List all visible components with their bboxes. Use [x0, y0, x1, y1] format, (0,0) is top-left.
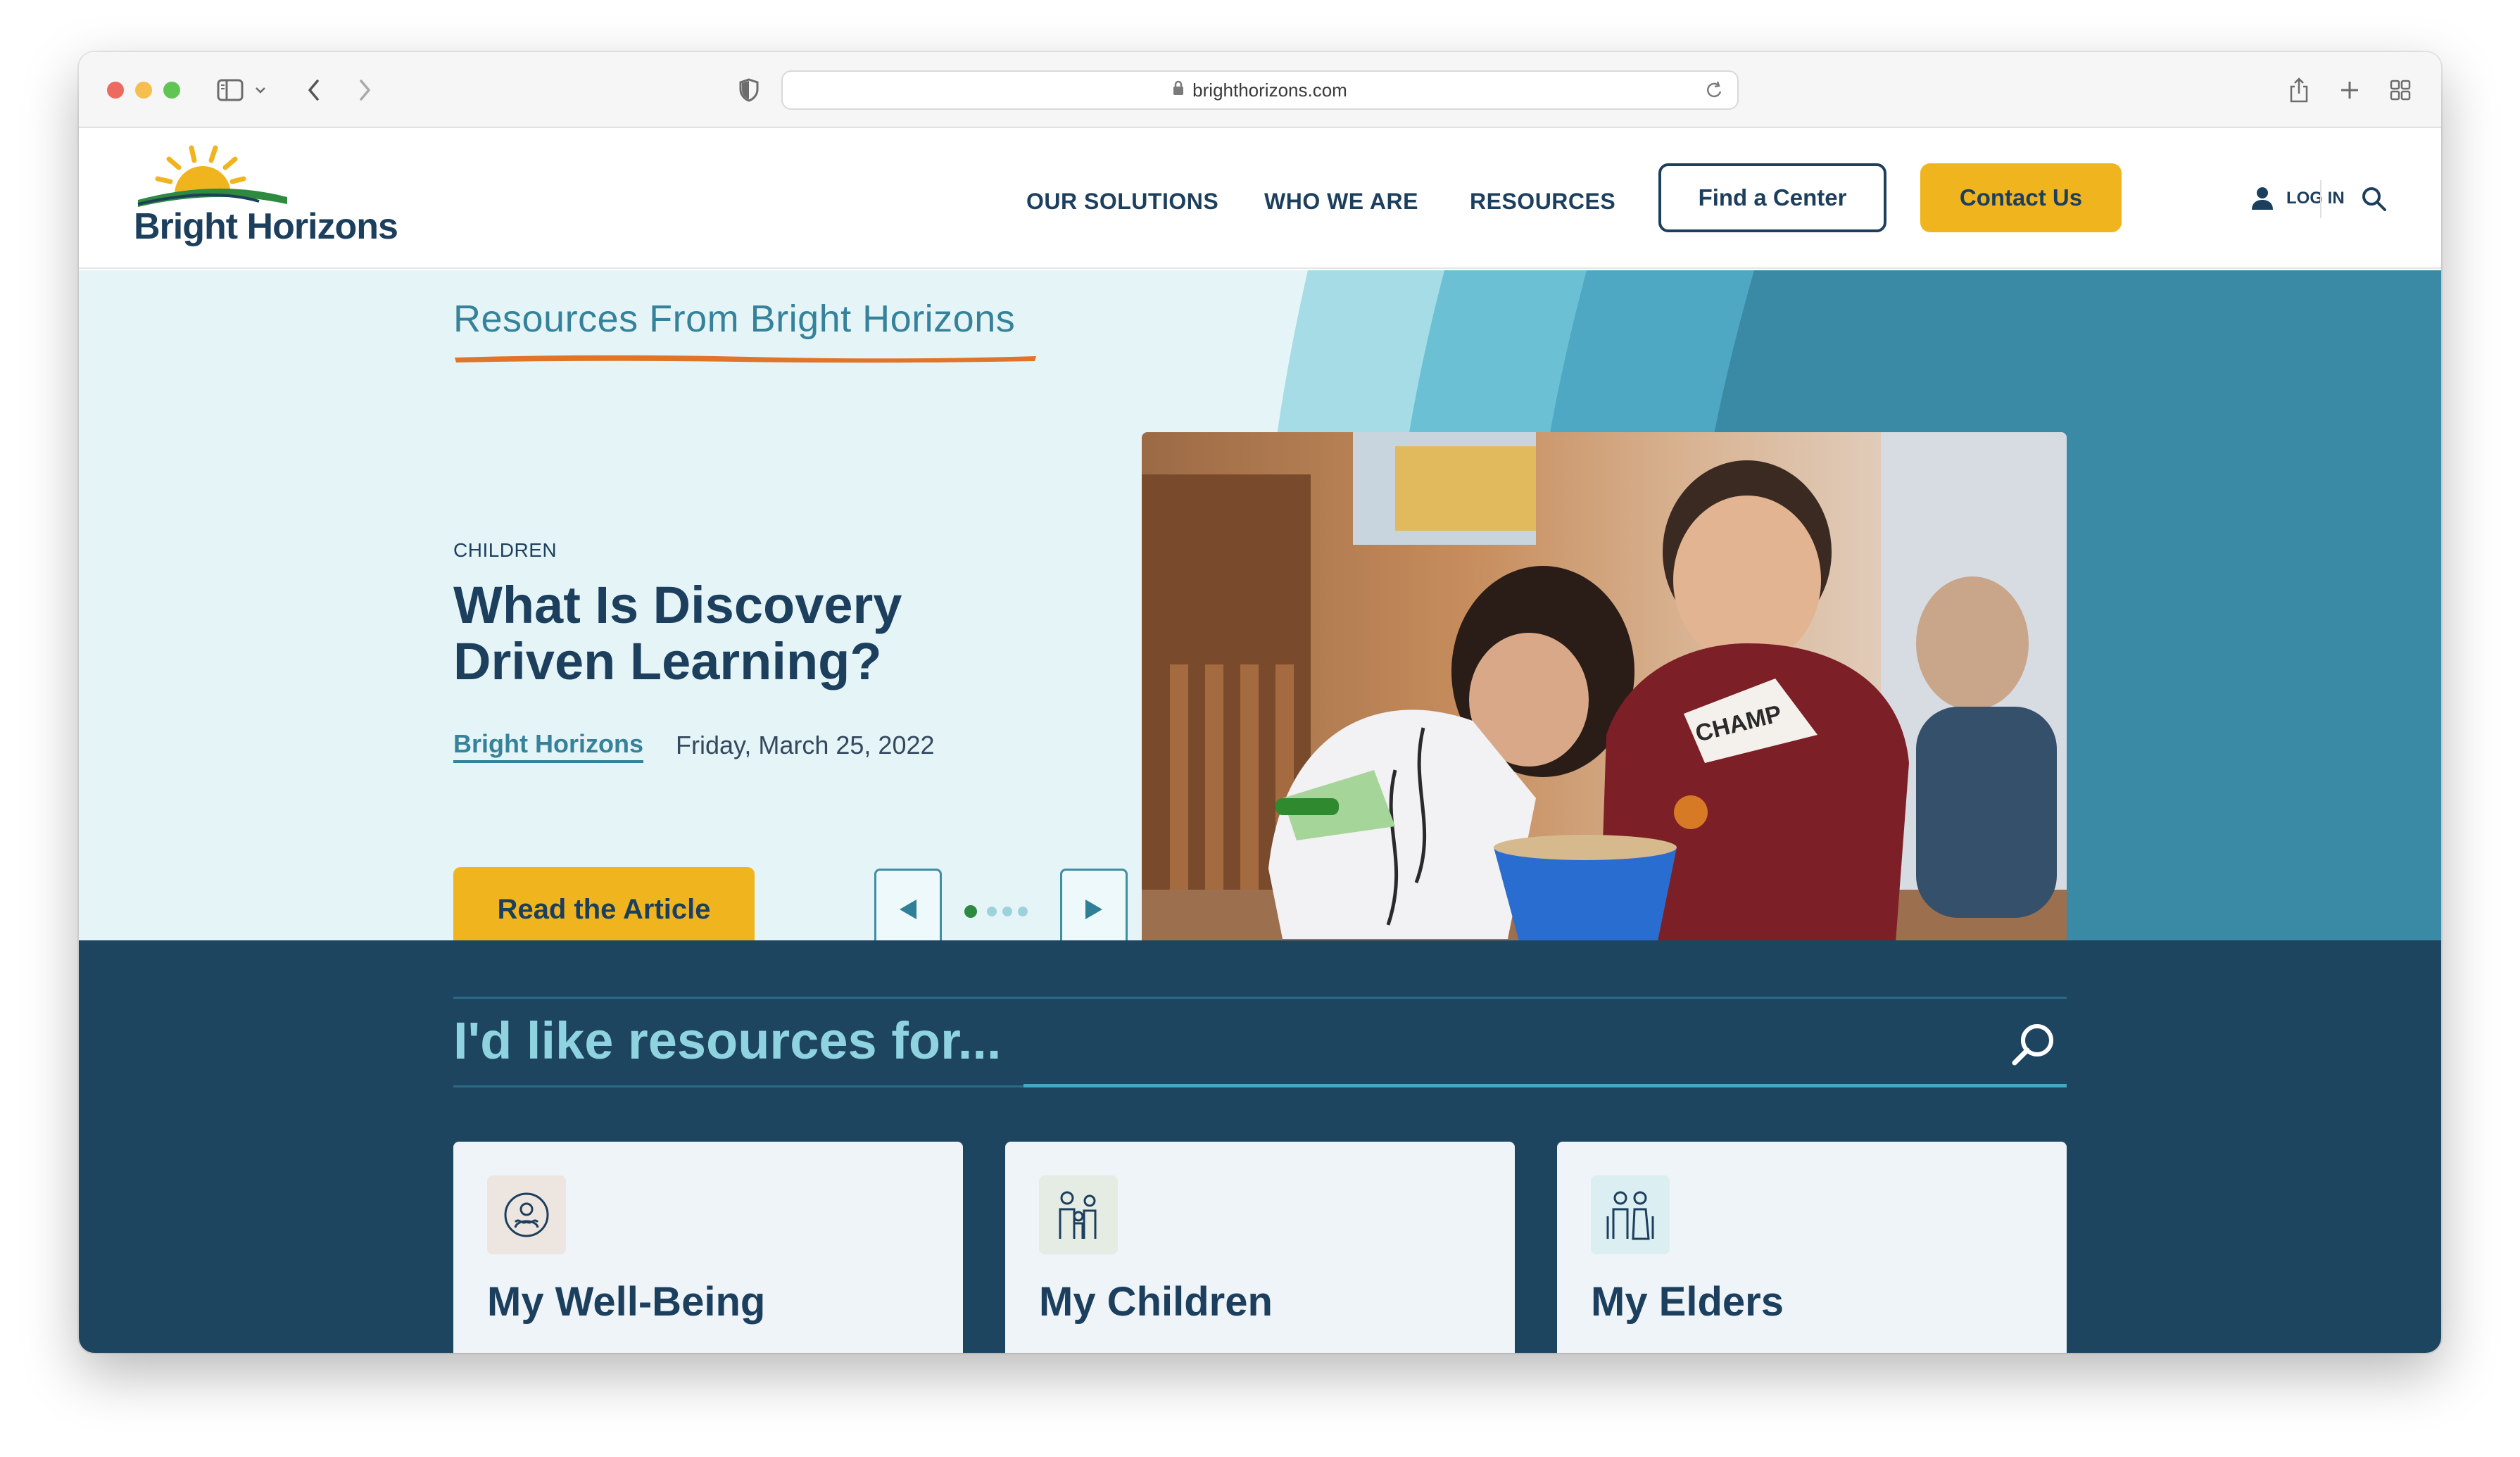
minimize-window-button[interactable] [135, 82, 152, 99]
close-window-button[interactable] [107, 82, 124, 99]
nav-who-we-are[interactable]: WHO WE ARE [1264, 189, 1418, 215]
login-link[interactable]: LOG IN [2248, 184, 2345, 213]
children-icon [1039, 1175, 1118, 1254]
wellbeing-icon [487, 1175, 566, 1254]
resource-card-elders[interactable]: My Elders [1557, 1142, 2067, 1353]
share-icon[interactable] [2285, 76, 2313, 104]
carousel-dot-active[interactable] [964, 905, 977, 918]
search-icon[interactable] [2360, 184, 2388, 213]
nav-resources[interactable]: RESOURCES [1470, 189, 1615, 215]
card-title: My Well-Being [487, 1279, 766, 1325]
carousel-next-button[interactable] [1060, 869, 1128, 940]
card-title: My Children [1039, 1279, 1273, 1325]
carousel-dot[interactable] [1018, 907, 1028, 916]
browser-window: brighthorizons.com Bright Horizons OUR S… [79, 52, 2441, 1353]
chevron-down-icon[interactable] [252, 76, 269, 104]
nav-our-solutions[interactable]: OUR SOLUTIONS [1026, 189, 1218, 215]
hero-section: Resources From Bright Horizons CHILDREN … [79, 270, 2441, 940]
resources-section: I'd like resources for... My Well-Being [79, 940, 2441, 1353]
resources-search-underline[interactable] [1023, 1084, 2067, 1087]
privacy-shield-icon[interactable] [735, 76, 763, 104]
carousel-dot[interactable] [987, 907, 997, 916]
back-arrow-icon[interactable] [300, 76, 328, 104]
orange-brush-underline [455, 355, 1036, 363]
carousel-dot[interactable] [1002, 907, 1012, 916]
article-photo-children-playing: CHAMP [1142, 432, 2067, 940]
resource-card-children[interactable]: My Children [1005, 1142, 1515, 1353]
reload-icon[interactable] [1703, 79, 1725, 106]
tab-overview-icon[interactable] [2386, 76, 2414, 104]
url-text: brighthorizons.com [1192, 79, 1347, 101]
header-divider [2320, 180, 2321, 218]
article-title[interactable]: What Is Discovery Driven Learning? [453, 577, 1016, 690]
contact-us-button[interactable]: Contact Us [1920, 163, 2122, 232]
site-header: Bright Horizons OUR SOLUTIONS WHO WE ARE… [79, 128, 2441, 269]
article-date: Friday, March 25, 2022 [676, 731, 935, 759]
article-author-link[interactable]: Bright Horizons [453, 729, 643, 763]
login-label: LOG IN [2286, 189, 2345, 208]
article-category: CHILDREN [453, 539, 557, 561]
lock-icon [1173, 80, 1184, 100]
sidebar-toggle-icon[interactable] [217, 76, 245, 104]
bright-horizons-logo[interactable]: Bright Horizons [132, 144, 407, 256]
zoom-window-button[interactable] [163, 82, 180, 99]
search-icon[interactable] [2008, 1019, 2058, 1070]
browser-toolbar: brighthorizons.com [79, 52, 2441, 128]
resource-card-well-being[interactable]: My Well-Being [453, 1142, 963, 1353]
divider-line [453, 997, 2067, 999]
new-tab-icon[interactable] [2336, 76, 2364, 104]
hero-section-heading: Resources From Bright Horizons [453, 298, 1016, 340]
find-a-center-button[interactable]: Find a Center [1658, 163, 1886, 232]
logo-wordmark: Bright Horizons [134, 206, 398, 247]
card-title: My Elders [1591, 1279, 1784, 1325]
forward-arrow-icon[interactable] [351, 76, 379, 104]
triangle-right-icon [1085, 900, 1102, 919]
triangle-left-icon [900, 900, 916, 919]
read-the-article-button[interactable]: Read the Article [453, 867, 755, 940]
elders-icon [1591, 1175, 1670, 1254]
divider-line [453, 1085, 1023, 1087]
carousel-prev-button[interactable] [874, 869, 942, 940]
resources-heading: I'd like resources for... [453, 1011, 1002, 1070]
address-bar[interactable]: brighthorizons.com [781, 70, 1739, 110]
user-icon [2252, 187, 2273, 210]
